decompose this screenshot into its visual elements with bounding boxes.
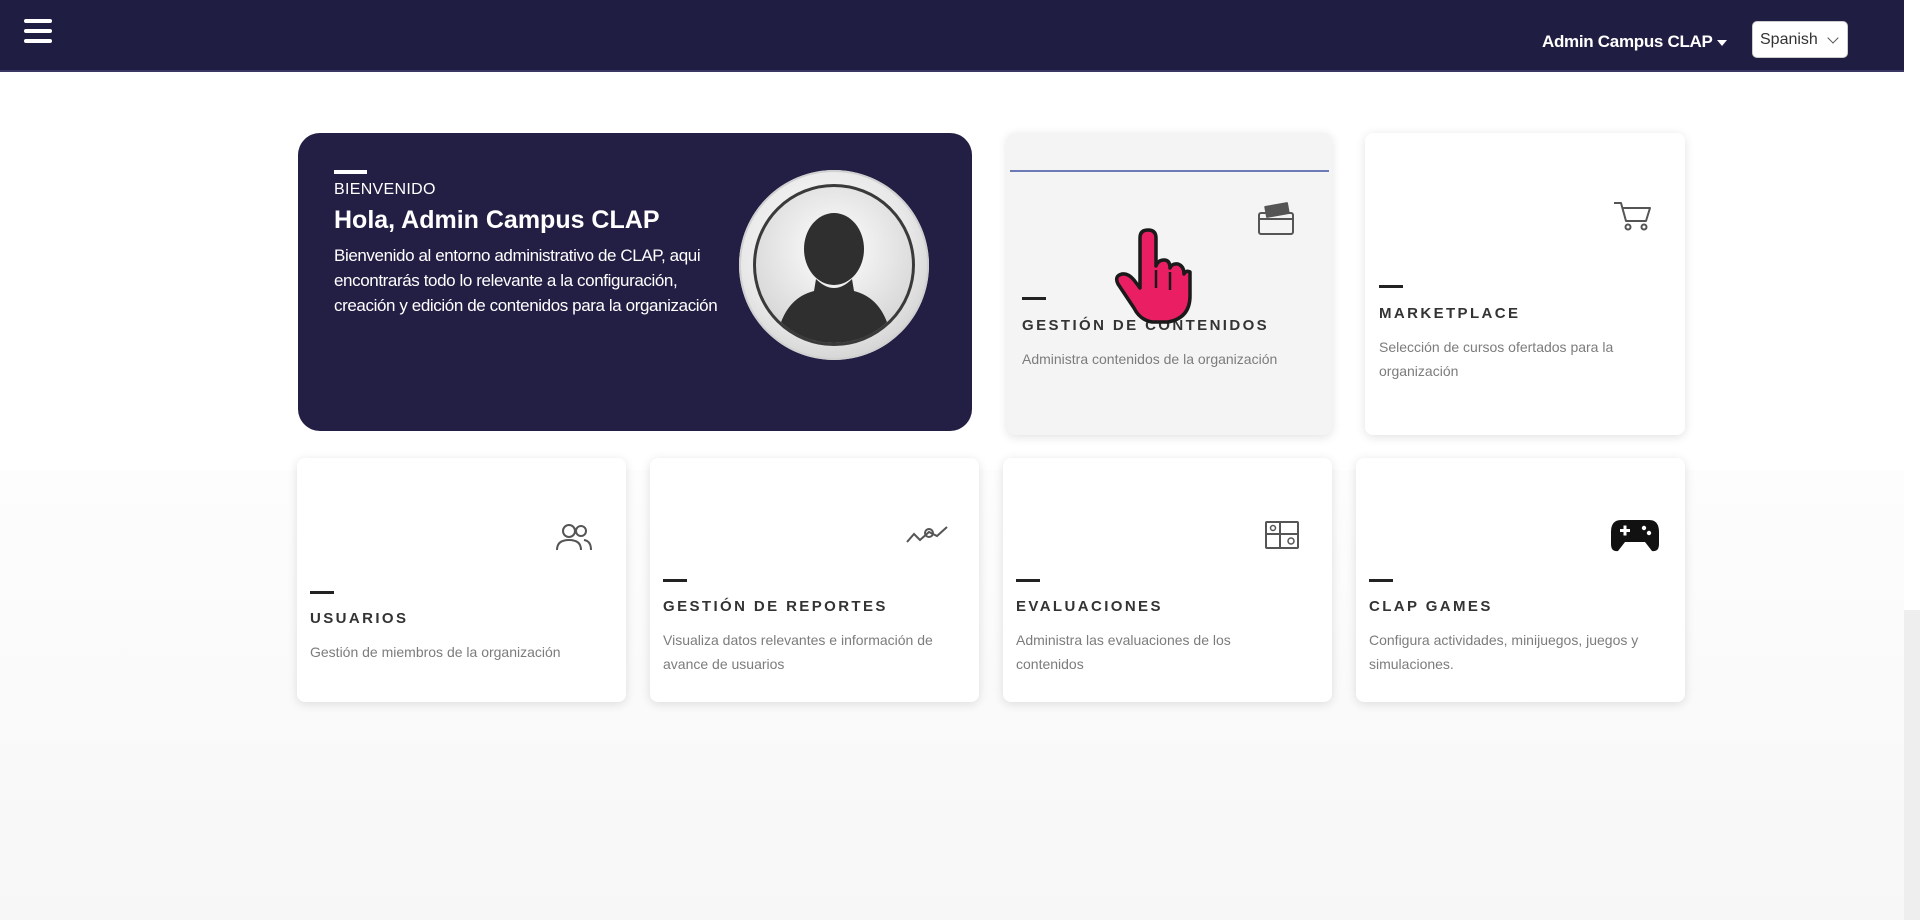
card-description: Configura actividades, minijuegos, juego…: [1369, 632, 1639, 672]
language-value: Spanish: [1760, 31, 1818, 48]
user-name: Admin Campus CLAP: [1542, 32, 1713, 51]
layout-icon: [1265, 521, 1299, 549]
scrollbar-thumb[interactable]: [1904, 610, 1920, 920]
card-title: USUARIOS: [310, 610, 409, 627]
hamburger-menu-icon[interactable]: [24, 19, 52, 45]
analytics-icon: [906, 526, 948, 543]
cart-icon: [1614, 202, 1651, 231]
hand-pointer-cursor-icon: [1114, 228, 1192, 324]
card-title: CLAP GAMES: [1369, 598, 1493, 615]
card-usuarios[interactable]: USUARIOS Gestión de miembros de la organ…: [297, 458, 626, 702]
card-dash: [663, 579, 687, 582]
user-menu-dropdown[interactable]: Admin Campus CLAP: [1542, 32, 1727, 52]
language-select[interactable]: Spanish: [1752, 21, 1848, 58]
welcome-dash: [334, 170, 367, 174]
card-dash: [1022, 297, 1046, 300]
users-icon: [556, 524, 592, 551]
welcome-title: Hola, Admin Campus CLAP: [334, 206, 660, 234]
hover-accent-line: [1010, 170, 1329, 172]
welcome-kicker: BIENVENIDO: [334, 181, 436, 198]
caret-down-icon: [1716, 39, 1727, 46]
card-title: EVALUACIONES: [1016, 598, 1163, 615]
chevron-down-icon: [1827, 32, 1839, 44]
card-clap-games[interactable]: CLAP GAMES Configura actividades, miniju…: [1356, 458, 1685, 702]
card-dash: [310, 591, 334, 594]
card-dash: [1379, 285, 1403, 288]
card-dash: [1016, 579, 1040, 582]
card-gestion-reportes[interactable]: GESTIÓN DE REPORTES Visualiza datos rele…: [650, 458, 979, 702]
folder-icon: [1258, 202, 1294, 235]
top-navbar: Admin Campus CLAP Spanish: [0, 0, 1904, 72]
welcome-description: Bienvenido al entorno administrativo de …: [334, 246, 718, 315]
welcome-banner: BIENVENIDO Hola, Admin Campus CLAP Bienv…: [298, 133, 972, 431]
card-description: Administra contenidos de la organización: [1022, 351, 1278, 367]
user-silhouette-icon: [776, 213, 892, 343]
card-description: Visualiza datos relevantes e información…: [663, 632, 933, 672]
gamepad-icon: [1611, 520, 1659, 552]
card-marketplace[interactable]: MARKETPLACE Selección de cursos ofertado…: [1365, 133, 1685, 435]
card-title: MARKETPLACE: [1379, 305, 1521, 322]
card-description: Selección de cursos ofertados para la or…: [1379, 339, 1614, 379]
card-evaluaciones[interactable]: EVALUACIONES Administra las evaluaciones…: [1003, 458, 1332, 702]
card-description: Administra las evaluaciones de los conte…: [1016, 632, 1231, 672]
card-title: GESTIÓN DE REPORTES: [663, 598, 888, 615]
avatar: [739, 170, 929, 360]
card-dash: [1369, 579, 1393, 582]
card-description: Gestión de miembros de la organización: [310, 644, 561, 660]
